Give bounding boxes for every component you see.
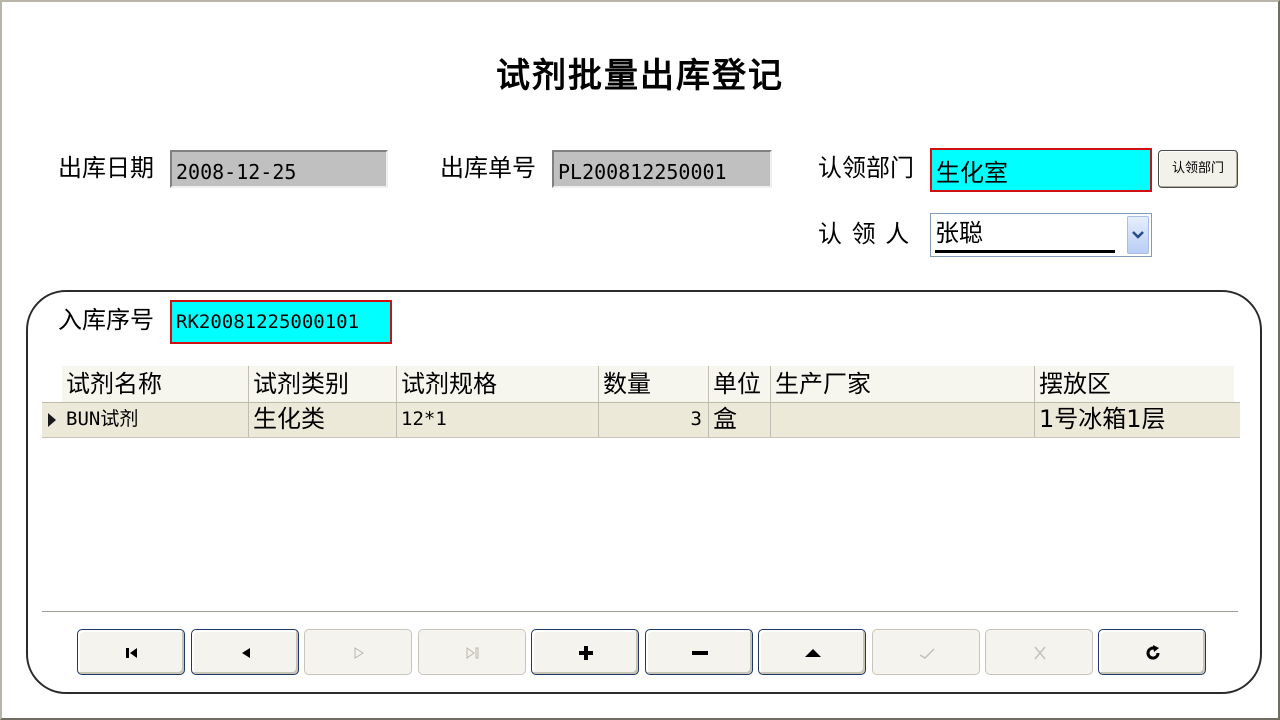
last-record-icon: [466, 647, 479, 659]
cancel-icon: [1034, 646, 1046, 660]
out-date-label: 出库日期: [58, 154, 154, 182]
col-maker-header[interactable]: 生产厂家: [770, 366, 1034, 402]
out-no-field[interactable]: PL200812250001: [552, 150, 772, 188]
cell-name[interactable]: BUN试剂: [62, 403, 248, 437]
person-select[interactable]: 张聪: [930, 213, 1152, 257]
cell-location[interactable]: 1号冰箱1层: [1034, 403, 1234, 437]
person-label: 认 领 人: [818, 220, 911, 248]
grid-header: 试剂名称 试剂类别 试剂规格 数量 单位 生产厂家 摆放区: [42, 366, 1240, 403]
delete-icon: [692, 651, 708, 655]
cell-maker[interactable]: [770, 403, 1034, 437]
dept-field[interactable]: 生化室: [930, 148, 1152, 192]
add-record-button[interactable]: [531, 629, 639, 675]
edit-record-button[interactable]: [758, 629, 866, 675]
cancel-edit-button[interactable]: [985, 629, 1093, 675]
in-no-field[interactable]: RK20081225000101: [170, 300, 392, 344]
col-location-header[interactable]: 摆放区: [1034, 366, 1234, 402]
last-record-button[interactable]: [418, 629, 526, 675]
refresh-icon: [1146, 645, 1160, 660]
add-icon: [579, 646, 593, 660]
refresh-button[interactable]: [1098, 629, 1206, 675]
cell-spec[interactable]: 12*1: [396, 403, 598, 437]
first-record-button[interactable]: [77, 629, 185, 675]
nav-divider: [42, 611, 1238, 613]
next-record-button[interactable]: [304, 629, 412, 675]
first-record-icon: [126, 648, 137, 658]
col-qty-header[interactable]: 数量: [598, 366, 708, 402]
delete-record-button[interactable]: [645, 629, 753, 675]
chevron-down-icon: [1132, 231, 1144, 239]
prev-record-icon: [242, 648, 250, 658]
save-icon: [919, 648, 935, 659]
out-date-field[interactable]: 2008-12-25: [170, 150, 388, 188]
col-category-header[interactable]: 试剂类别: [248, 366, 396, 402]
row-pointer-icon: [48, 413, 56, 427]
in-no-label: 入库序号: [58, 306, 154, 334]
col-name-header[interactable]: 试剂名称: [62, 366, 248, 402]
next-record-icon: [354, 647, 364, 659]
reagent-grid: 试剂名称 试剂类别 试剂规格 数量 单位 生产厂家 摆放区 BUN试剂 生化类 …: [42, 366, 1240, 438]
cell-unit[interactable]: 盒: [708, 403, 770, 437]
dropdown-arrow-button[interactable]: [1127, 216, 1149, 254]
edit-icon: [805, 649, 821, 657]
prev-record-button[interactable]: [191, 629, 299, 675]
dept-label: 认领部门: [818, 154, 914, 182]
save-record-button[interactable]: [872, 629, 980, 675]
cell-category[interactable]: 生化类: [248, 403, 396, 437]
table-row[interactable]: BUN试剂 生化类 12*1 3 盒 1号冰箱1层: [42, 403, 1240, 438]
select-dept-button[interactable]: 认领部门: [1158, 150, 1238, 188]
page-title: 试剂批量出库登记: [496, 56, 784, 96]
person-select-value: 张聪: [935, 218, 1115, 253]
col-spec-header[interactable]: 试剂规格: [396, 366, 598, 402]
header-indicator: [42, 366, 62, 402]
out-no-label: 出库单号: [440, 154, 536, 182]
current-row-indicator: [42, 403, 62, 437]
cell-qty[interactable]: 3: [598, 403, 708, 437]
col-unit-header[interactable]: 单位: [708, 366, 770, 402]
